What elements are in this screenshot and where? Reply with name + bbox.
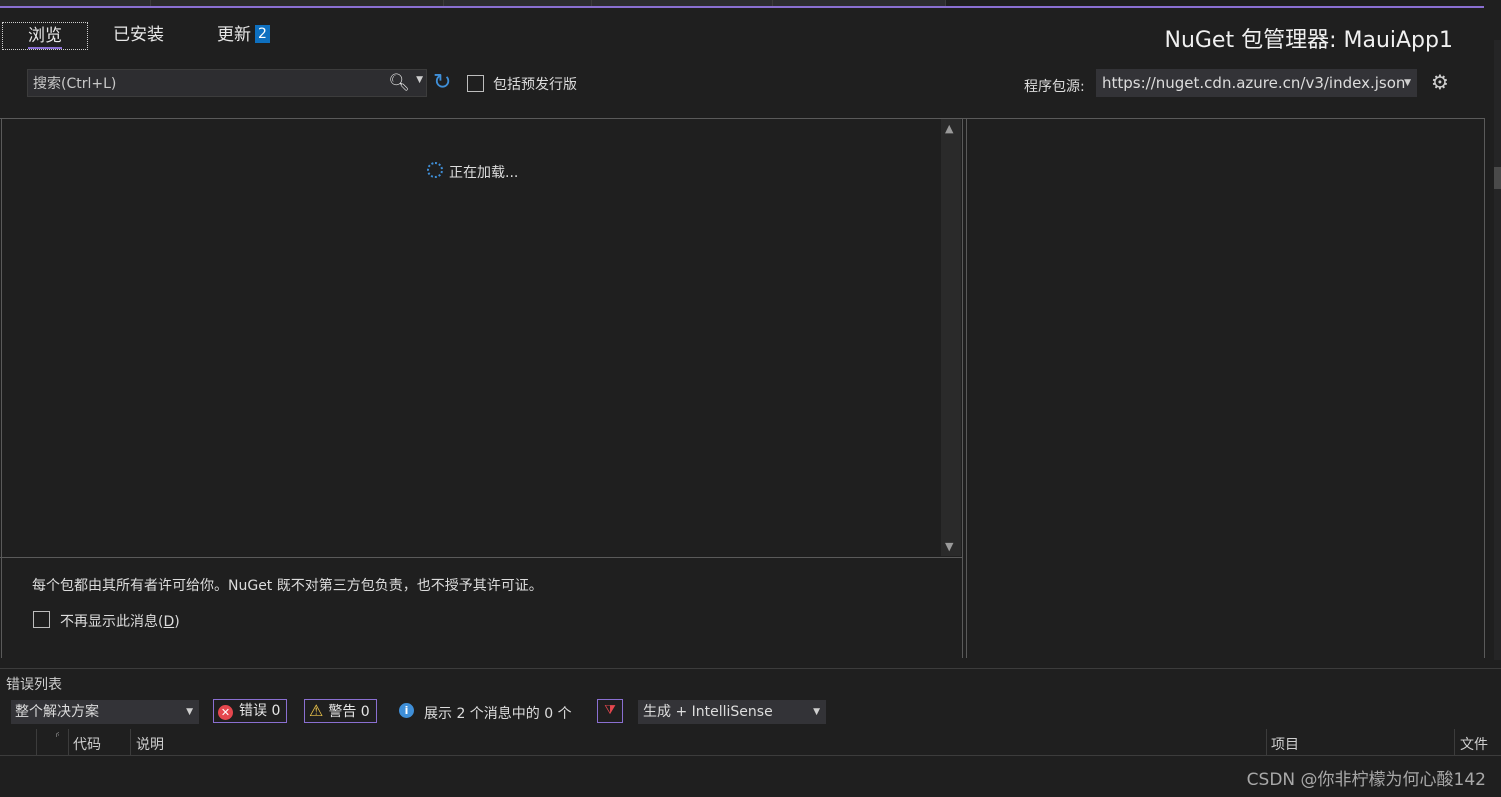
dont-show-access-key: D [163,614,175,630]
search-icon[interactable]: 🔍︎ [388,73,410,93]
package-source-value: https://nuget.cdn.azure.cn/v3/index.json [1102,74,1406,92]
dont-show-again-checkbox[interactable] [33,611,50,628]
errors-count-label: 错误 0 [239,703,281,719]
pane-divider-middle [962,118,963,658]
loading-spinner-icon [427,162,443,178]
column-header-project[interactable]: 项目 [1271,734,1299,754]
updates-count-badge: 2 [255,25,270,43]
pane-divider-left [1,118,2,658]
loading-text: 正在加载... [449,165,519,181]
column-header-description[interactable]: 说明 [136,734,164,754]
gear-icon[interactable]: ⚙ [1431,70,1449,94]
include-prerelease-checkbox[interactable] [467,75,484,92]
tab-updates[interactable]: 更新 2 [217,22,270,48]
dont-show-again-label: 不再显示此消息(D) [60,611,180,631]
include-prerelease-label: 包括预发行版 [493,77,577,93]
page-title: NuGet 包管理器: MauiApp1 [1164,28,1453,53]
warnings-filter-button[interactable]: ⚠ 警告 0 [304,699,377,723]
tab-installed[interactable]: 已安装 [113,22,164,48]
list-bottom-divider [0,557,963,558]
filter-icon[interactable]: ⧩ [597,699,623,723]
column-sort-icon[interactable]: ⸄ [55,729,61,744]
build-filter-select[interactable]: 生成 + IntelliSense ▼ [638,700,826,724]
search-box[interactable]: 🔍︎ ▼ [27,69,427,98]
editor-scrollbar-thumb[interactable] [1494,167,1501,189]
pane-divider-right [1484,118,1485,658]
warning-icon: ⚠ [309,701,324,720]
error-list-title: 错误列表 [6,677,62,693]
tab-installed-label: 已安装 [113,25,164,45]
chevron-down-icon: ▼ [813,707,820,717]
license-notice: 每个包都由其所有者许可给你。NuGet 既不对第三方包负责，也不授予其许可证。 [32,578,543,594]
tab-browse[interactable]: 浏览 [2,22,88,50]
errors-filter-button[interactable]: ✕ 错误 0 [213,699,288,723]
refresh-icon[interactable]: ↻ [433,70,451,95]
package-source-select[interactable]: https://nuget.cdn.azure.cn/v3/index.json… [1096,69,1417,97]
messages-count-label[interactable]: 展示 2 个消息中的 0 个 [424,703,572,723]
column-separator[interactable] [130,729,131,755]
package-source-label: 程序包源: [1024,79,1085,95]
build-filter-value: 生成 + IntelliSense [643,704,773,720]
chevron-down-icon: ▼ [186,707,193,717]
error-icon: ✕ [218,705,233,720]
tab-updates-label: 更新 [217,25,251,45]
scroll-down-icon[interactable]: ▼ [945,540,953,553]
column-header-code[interactable]: 代码 [73,734,101,754]
scroll-up-icon[interactable]: ▲ [945,122,953,135]
column-header-file[interactable]: 文件 [1460,734,1488,754]
pane-divider-top [0,118,1484,119]
dont-show-label-prefix: 不再显示此消息( [60,614,164,630]
editor-scrollbar[interactable] [1494,40,1501,660]
column-separator[interactable] [1454,729,1455,755]
column-separator[interactable] [1266,729,1267,755]
warnings-count-label: 警告 0 [328,704,370,720]
watermark-text: CSDN @你非柠檬为何心酸142 [1246,770,1486,790]
package-list-scrollbar[interactable]: ▲ ▼ [941,119,961,556]
active-tab-accent-line [0,6,1484,8]
column-separator[interactable] [68,729,69,755]
column-separator[interactable] [36,729,37,755]
search-input[interactable] [28,70,390,98]
info-icon[interactable]: i [399,703,414,718]
error-scope-value: 整个解决方案 [15,704,99,720]
chevron-down-icon: ▼ [1404,78,1411,88]
chevron-down-icon[interactable]: ▼ [416,75,423,85]
pane-divider-middle-2 [966,118,967,658]
dont-show-label-suffix: ) [174,614,180,630]
column-header-divider [0,755,1501,756]
error-scope-select[interactable]: 整个解决方案 ▼ [11,700,199,724]
tab-browse-label: 浏览 [28,26,62,49]
